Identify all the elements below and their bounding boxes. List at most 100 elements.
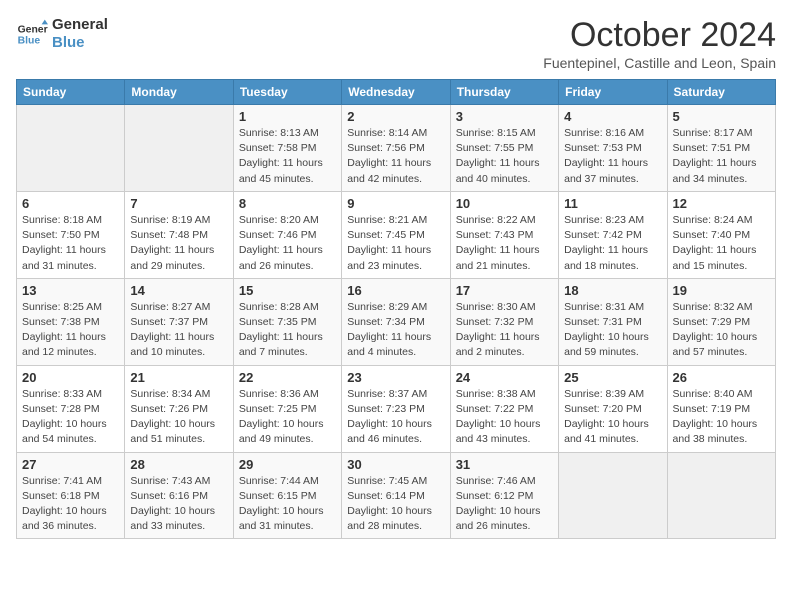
calendar-cell: 3 Sunrise: 8:15 AMSunset: 7:55 PMDaylight… <box>450 105 558 192</box>
day-number: 5 <box>673 109 770 124</box>
calendar-cell: 24Sunrise: 8:38 AMSunset: 7:22 PMDayligh… <box>450 365 558 452</box>
day-number: 4 <box>564 109 661 124</box>
calendar-cell: 29 Sunrise: 7:44 AMSunset: 6:15 PMDayligh… <box>233 452 341 539</box>
calendar-cell: 16 Sunrise: 8:29 AMSunset: 7:34 PMDayligh… <box>342 278 450 365</box>
day-detail: Sunrise: 8:37 AMSunset: 7:23 PMDaylight:… <box>347 387 444 448</box>
day-number: 20 <box>22 370 119 385</box>
calendar-cell: 12 Sunrise: 8:24 AMSunset: 7:40 PMDayligh… <box>667 191 775 278</box>
calendar-cell: 11 Sunrise: 8:23 AMSunset: 7:42 PMDayligh… <box>559 191 667 278</box>
day-detail: Sunrise: 7:41 AMSunset: 6:18 PMDaylight:… <box>22 474 119 535</box>
day-detail: Sunrise: 8:18 AMSunset: 7:50 PMDaylight:… <box>22 213 119 274</box>
day-number: 15 <box>239 283 336 298</box>
day-number: 2 <box>347 109 444 124</box>
col-header-sunday: Sunday <box>17 80 125 105</box>
day-detail: Sunrise: 8:32 AMSunset: 7:29 PMDaylight:… <box>673 300 770 361</box>
day-number: 1 <box>239 109 336 124</box>
day-detail: Sunrise: 8:17 AMSunset: 7:51 PMDaylight:… <box>673 126 770 187</box>
calendar-cell: 31 Sunrise: 7:46 AMSunset: 6:12 PMDayligh… <box>450 452 558 539</box>
calendar-cell <box>125 105 233 192</box>
day-number: 11 <box>564 196 661 211</box>
calendar-cell: 8Sunrise: 8:20 AMSunset: 7:46 PMDaylight… <box>233 191 341 278</box>
day-detail: Sunrise: 8:28 AMSunset: 7:35 PMDaylight:… <box>239 300 336 361</box>
day-detail: Sunrise: 7:45 AMSunset: 6:14 PMDaylight:… <box>347 474 444 535</box>
calendar-week-5: 27 Sunrise: 7:41 AMSunset: 6:18 PMDayligh… <box>17 452 776 539</box>
day-detail: Sunrise: 8:30 AMSunset: 7:32 PMDaylight:… <box>456 300 553 361</box>
calendar-cell: 18Sunrise: 8:31 AMSunset: 7:31 PMDayligh… <box>559 278 667 365</box>
day-number: 16 <box>347 283 444 298</box>
day-detail: Sunrise: 8:25 AMSunset: 7:38 PMDaylight:… <box>22 300 119 361</box>
day-detail: Sunrise: 8:34 AMSunset: 7:26 PMDaylight:… <box>130 387 227 448</box>
day-detail: Sunrise: 8:40 AMSunset: 7:19 PMDaylight:… <box>673 387 770 448</box>
calendar-week-2: 6 Sunrise: 8:18 AMSunset: 7:50 PMDaylight… <box>17 191 776 278</box>
calendar-cell: 17Sunrise: 8:30 AMSunset: 7:32 PMDayligh… <box>450 278 558 365</box>
day-number: 3 <box>456 109 553 124</box>
calendar-cell: 6 Sunrise: 8:18 AMSunset: 7:50 PMDaylight… <box>17 191 125 278</box>
day-detail: Sunrise: 7:46 AMSunset: 6:12 PMDaylight:… <box>456 474 553 535</box>
calendar-cell: 23 Sunrise: 8:37 AMSunset: 7:23 PMDayligh… <box>342 365 450 452</box>
day-number: 6 <box>22 196 119 211</box>
day-detail: Sunrise: 8:29 AMSunset: 7:34 PMDaylight:… <box>347 300 444 361</box>
col-header-thursday: Thursday <box>450 80 558 105</box>
title-block: October 2024 Fuentepinel, Castille and L… <box>543 16 776 71</box>
calendar-cell: 22Sunrise: 8:36 AMSunset: 7:25 PMDayligh… <box>233 365 341 452</box>
day-number: 28 <box>130 457 227 472</box>
calendar-cell <box>667 452 775 539</box>
day-detail: Sunrise: 8:16 AMSunset: 7:53 PMDaylight:… <box>564 126 661 187</box>
col-header-monday: Monday <box>125 80 233 105</box>
day-number: 31 <box>456 457 553 472</box>
calendar-cell: 15 Sunrise: 8:28 AMSunset: 7:35 PMDayligh… <box>233 278 341 365</box>
day-number: 8 <box>239 196 336 211</box>
col-header-tuesday: Tuesday <box>233 80 341 105</box>
day-number: 12 <box>673 196 770 211</box>
day-detail: Sunrise: 8:36 AMSunset: 7:25 PMDaylight:… <box>239 387 336 448</box>
calendar-cell: 4 Sunrise: 8:16 AMSunset: 7:53 PMDaylight… <box>559 105 667 192</box>
day-detail: Sunrise: 8:21 AMSunset: 7:45 PMDaylight:… <box>347 213 444 274</box>
col-header-wednesday: Wednesday <box>342 80 450 105</box>
day-number: 29 <box>239 457 336 472</box>
day-number: 13 <box>22 283 119 298</box>
calendar-cell: 27 Sunrise: 7:41 AMSunset: 6:18 PMDayligh… <box>17 452 125 539</box>
day-detail: Sunrise: 7:44 AMSunset: 6:15 PMDaylight:… <box>239 474 336 535</box>
calendar-cell: 14Sunrise: 8:27 AMSunset: 7:37 PMDayligh… <box>125 278 233 365</box>
svg-text:General: General <box>18 24 48 35</box>
col-header-saturday: Saturday <box>667 80 775 105</box>
day-detail: Sunrise: 8:23 AMSunset: 7:42 PMDaylight:… <box>564 213 661 274</box>
day-detail: Sunrise: 7:43 AMSunset: 6:16 PMDaylight:… <box>130 474 227 535</box>
day-number: 7 <box>130 196 227 211</box>
day-number: 25 <box>564 370 661 385</box>
calendar-cell: 25 Sunrise: 8:39 AMSunset: 7:20 PMDayligh… <box>559 365 667 452</box>
calendar-cell: 21 Sunrise: 8:34 AMSunset: 7:26 PMDayligh… <box>125 365 233 452</box>
calendar-header: SundayMondayTuesdayWednesdayThursdayFrid… <box>17 80 776 105</box>
day-detail: Sunrise: 8:39 AMSunset: 7:20 PMDaylight:… <box>564 387 661 448</box>
day-detail: Sunrise: 8:24 AMSunset: 7:40 PMDaylight:… <box>673 213 770 274</box>
day-number: 30 <box>347 457 444 472</box>
svg-text:Blue: Blue <box>18 36 41 47</box>
calendar-cell: 26 Sunrise: 8:40 AMSunset: 7:19 PMDayligh… <box>667 365 775 452</box>
day-detail: Sunrise: 8:22 AMSunset: 7:43 PMDaylight:… <box>456 213 553 274</box>
day-detail: Sunrise: 8:27 AMSunset: 7:37 PMDaylight:… <box>130 300 227 361</box>
day-number: 26 <box>673 370 770 385</box>
month-title: October 2024 <box>543 16 776 55</box>
calendar-cell: 10 Sunrise: 8:22 AMSunset: 7:43 PMDayligh… <box>450 191 558 278</box>
day-number: 23 <box>347 370 444 385</box>
day-number: 10 <box>456 196 553 211</box>
day-detail: Sunrise: 8:31 AMSunset: 7:31 PMDaylight:… <box>564 300 661 361</box>
page-header: General Blue General Blue October 2024 F… <box>16 16 776 71</box>
day-detail: Sunrise: 8:33 AMSunset: 7:28 PMDaylight:… <box>22 387 119 448</box>
calendar-cell: 7 Sunrise: 8:19 AMSunset: 7:48 PMDaylight… <box>125 191 233 278</box>
day-number: 19 <box>673 283 770 298</box>
day-detail: Sunrise: 8:19 AMSunset: 7:48 PMDaylight:… <box>130 213 227 274</box>
calendar-week-1: 1Sunrise: 8:13 AMSunset: 7:58 PMDaylight… <box>17 105 776 192</box>
day-number: 21 <box>130 370 227 385</box>
location-subtitle: Fuentepinel, Castille and Leon, Spain <box>543 55 776 71</box>
calendar-cell: 28 Sunrise: 7:43 AMSunset: 6:16 PMDayligh… <box>125 452 233 539</box>
day-number: 9 <box>347 196 444 211</box>
day-number: 24 <box>456 370 553 385</box>
day-number: 27 <box>22 457 119 472</box>
calendar-cell: 2Sunrise: 8:14 AMSunset: 7:56 PMDaylight… <box>342 105 450 192</box>
logo-icon: General Blue <box>16 18 48 50</box>
calendar-cell <box>17 105 125 192</box>
day-detail: Sunrise: 8:15 AMSunset: 7:55 PMDaylight:… <box>456 126 553 187</box>
calendar-cell: 5 Sunrise: 8:17 AMSunset: 7:51 PMDaylight… <box>667 105 775 192</box>
calendar-cell: 9 Sunrise: 8:21 AMSunset: 7:45 PMDaylight… <box>342 191 450 278</box>
